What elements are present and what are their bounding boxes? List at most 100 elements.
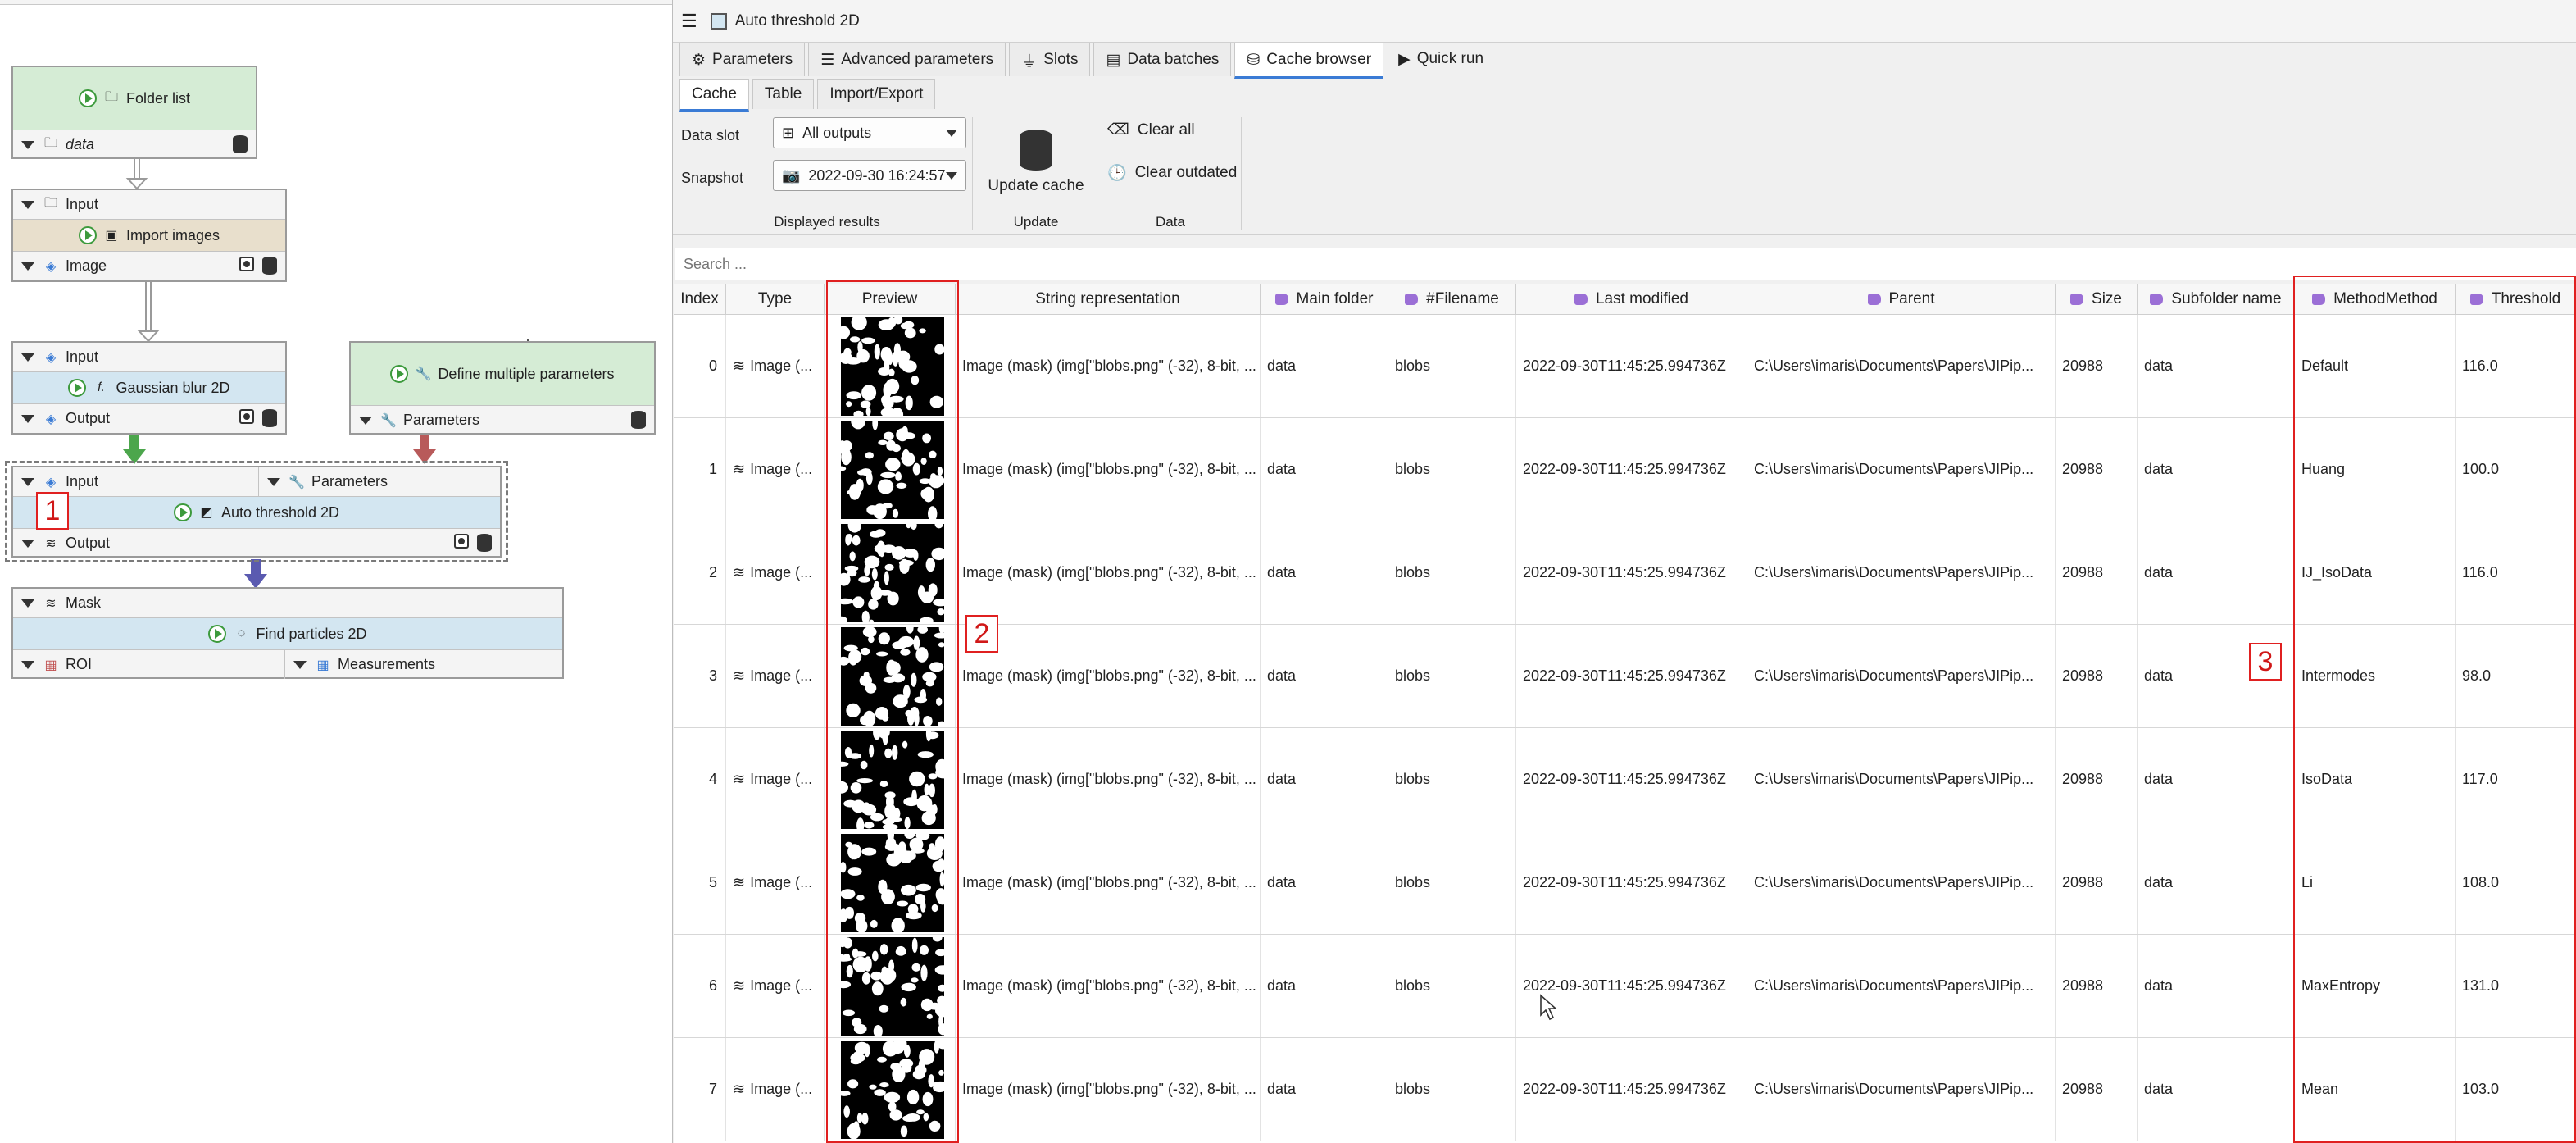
output-slot[interactable]: ≋ Output <box>13 528 500 558</box>
table-row[interactable]: 2 ≋ Image (... Image (mask) (img["blobs.png… <box>674 521 2576 625</box>
cell-subfolder[interactable]: data <box>2138 935 2295 1037</box>
node-threshold-header[interactable]: ◩ Auto threshold 2D <box>13 497 500 528</box>
cell-type[interactable]: ≋ Image (... <box>726 625 825 727</box>
node-define-header[interactable]: 🔧 Define multiple parameters <box>351 343 654 405</box>
column-header-size[interactable]: Size <box>2056 284 2138 315</box>
cell-filename[interactable]: blobs <box>1388 1038 1516 1141</box>
cell-type[interactable]: ≋ Image (... <box>726 1038 825 1141</box>
cell-string[interactable]: Image (mask) (img["blobs.png" (-32), 8-b… <box>956 315 1261 417</box>
cell-string[interactable]: Image (mask) (img["blobs.png" (-32), 8-b… <box>956 831 1261 934</box>
clear-all-button[interactable]: ⌫ Clear all <box>1107 121 1195 139</box>
table-row[interactable]: 1 ≋ Image (... Image (mask) (img["blobs.png… <box>674 418 2576 521</box>
cell-last-modified[interactable]: 2022-09-30T11:45:25.994736Z <box>1516 625 1747 727</box>
column-header-main-folder[interactable]: Main folder <box>1261 284 1388 315</box>
node-gaussian-blur[interactable]: ◈ Input f. Gaussian blur 2D ◈ Output <box>11 341 287 435</box>
cell-index[interactable]: 5 <box>674 831 726 934</box>
node-define-parameters[interactable]: 🔧 Define multiple parameters 🔧 Parameter… <box>349 341 656 435</box>
graph-editor[interactable]: 🗀 Folder list 🗀 data 🗀 Input ▣ Import im… <box>0 0 672 1143</box>
subtab-table[interactable]: Table <box>752 79 815 109</box>
table-row[interactable]: 6 ≋ Image (... Image (mask) (img["blobs.png… <box>674 935 2576 1038</box>
column-header-parent[interactable]: Parent <box>1747 284 2056 315</box>
collapse-icon[interactable] <box>21 477 34 486</box>
cell-filename[interactable]: blobs <box>1388 935 1516 1037</box>
cell-filename[interactable]: blobs <box>1388 521 1516 624</box>
run-icon[interactable] <box>173 503 192 521</box>
node-gaussian-header[interactable]: f. Gaussian blur 2D <box>13 372 285 403</box>
cache-icon[interactable] <box>477 534 492 552</box>
cell-string[interactable]: Image (mask) (img["blobs.png" (-32), 8-b… <box>956 418 1261 521</box>
run-icon[interactable] <box>68 379 87 397</box>
cell-filename[interactable]: blobs <box>1388 728 1516 831</box>
tab-data-batches[interactable]: ▤ Data batches <box>1093 43 1232 76</box>
cell-parent[interactable]: C:\Users\imaris\Documents\Papers\JIPip..… <box>1747 728 2056 831</box>
tab-parameters[interactable]: ⚙ Parameters <box>679 43 806 76</box>
cell-size[interactable]: 20988 <box>2056 521 2138 624</box>
table-row[interactable]: 4 ≋ Image (... Image (mask) (img["blobs.png… <box>674 728 2576 831</box>
cell-main-folder[interactable]: data <box>1261 521 1388 624</box>
cell-type[interactable]: ≋ Image (... <box>726 521 825 624</box>
cell-last-modified[interactable]: 2022-09-30T11:45:25.994736Z <box>1516 831 1747 934</box>
collapse-icon[interactable] <box>293 660 307 669</box>
cell-index[interactable]: 1 <box>674 418 726 521</box>
search-input[interactable] <box>675 248 2576 280</box>
tab-cache-browser[interactable]: ⛁ Cache browser <box>1234 43 1384 79</box>
node-import-header[interactable]: ▣ Import images <box>13 220 285 251</box>
cell-last-modified[interactable]: 2022-09-30T11:45:25.994736Z <box>1516 521 1747 624</box>
cell-subfolder[interactable]: data <box>2138 1038 2295 1141</box>
run-icon[interactable] <box>78 89 97 107</box>
cache-icon[interactable] <box>233 135 248 153</box>
collapse-icon[interactable] <box>21 262 34 271</box>
clear-outdated-button[interactable]: 🕒 Clear outdated <box>1107 163 1237 183</box>
cell-subfolder[interactable]: data <box>2138 831 2295 934</box>
tab-advanced-parameters[interactable]: ☰ Advanced parameters <box>808 43 1006 76</box>
cell-main-folder[interactable]: data <box>1261 625 1388 727</box>
node-find-particles[interactable]: ≋ Mask ◌ Find particles 2D ▦ ROI ▦ Measu… <box>11 587 564 679</box>
cell-main-folder[interactable]: data <box>1261 831 1388 934</box>
collapse-icon[interactable] <box>359 416 372 425</box>
cell-type[interactable]: ≋ Image (... <box>726 935 825 1037</box>
cell-size[interactable]: 20988 <box>2056 728 2138 831</box>
cell-filename[interactable]: blobs <box>1388 831 1516 934</box>
collapse-icon[interactable] <box>21 200 34 209</box>
input-slot-parameters[interactable]: 🔧 Parameters <box>259 467 500 497</box>
node-folder-list[interactable]: 🗀 Folder list 🗀 data <box>11 66 257 159</box>
update-cache-button[interactable]: Update cache <box>975 117 1097 207</box>
output-slot-measurements[interactable]: ▦ Measurements <box>285 649 562 679</box>
run-icon[interactable] <box>390 365 409 383</box>
cell-index[interactable]: 4 <box>674 728 726 831</box>
column-header-type[interactable]: Type <box>726 284 825 315</box>
output-slot-data[interactable]: 🗀 data <box>13 130 256 159</box>
cell-last-modified[interactable]: 2022-09-30T11:45:25.994736Z <box>1516 728 1747 831</box>
cell-subfolder[interactable]: data <box>2138 418 2295 521</box>
cell-parent[interactable]: C:\Users\imaris\Documents\Papers\JIPip..… <box>1747 521 2056 624</box>
node-auto-threshold[interactable]: ◈ Input 🔧 Parameters ◩ Auto threshold 2D… <box>11 466 502 558</box>
cell-subfolder[interactable]: data <box>2138 728 2295 831</box>
cell-string[interactable]: Image (mask) (img["blobs.png" (-32), 8-b… <box>956 625 1261 727</box>
cell-size[interactable]: 20988 <box>2056 625 2138 727</box>
cell-type[interactable]: ≋ Image (... <box>726 315 825 417</box>
cell-subfolder[interactable]: data <box>2138 521 2295 624</box>
data-slot-select[interactable]: ⊞ All outputs <box>773 117 966 148</box>
preview-icon[interactable] <box>239 257 254 271</box>
collapse-icon[interactable] <box>21 660 34 669</box>
cell-index[interactable]: 3 <box>674 625 726 727</box>
table-row[interactable]: 5 ≋ Image (... Image (mask) (img["blobs.png… <box>674 831 2576 935</box>
cell-type[interactable]: ≋ Image (... <box>726 831 825 934</box>
output-slot-image[interactable]: ◈ Image <box>13 251 285 280</box>
cell-size[interactable]: 20988 <box>2056 315 2138 417</box>
node-folder-list-header[interactable]: 🗀 Folder list <box>13 67 256 130</box>
cell-main-folder[interactable]: data <box>1261 728 1388 831</box>
run-icon[interactable] <box>78 226 97 244</box>
cell-parent[interactable]: C:\Users\imaris\Documents\Papers\JIPip..… <box>1747 831 2056 934</box>
column-header-string[interactable]: String representation <box>956 284 1261 315</box>
cell-main-folder[interactable]: data <box>1261 315 1388 417</box>
cell-main-folder[interactable]: data <box>1261 935 1388 1037</box>
cell-main-folder[interactable]: data <box>1261 1038 1388 1141</box>
column-header-subfolder[interactable]: Subfolder name <box>2138 284 2295 315</box>
tab-slots[interactable]: ⏚ Slots <box>1009 43 1091 76</box>
cell-string[interactable]: Image (mask) (img["blobs.png" (-32), 8-b… <box>956 1038 1261 1141</box>
cell-subfolder[interactable]: data <box>2138 315 2295 417</box>
collapse-icon[interactable] <box>267 477 280 486</box>
table-row[interactable]: 7 ≋ Image (... Image (mask) (img["blobs.png… <box>674 1038 2576 1141</box>
cell-last-modified[interactable]: 2022-09-30T11:45:25.994736Z <box>1516 315 1747 417</box>
